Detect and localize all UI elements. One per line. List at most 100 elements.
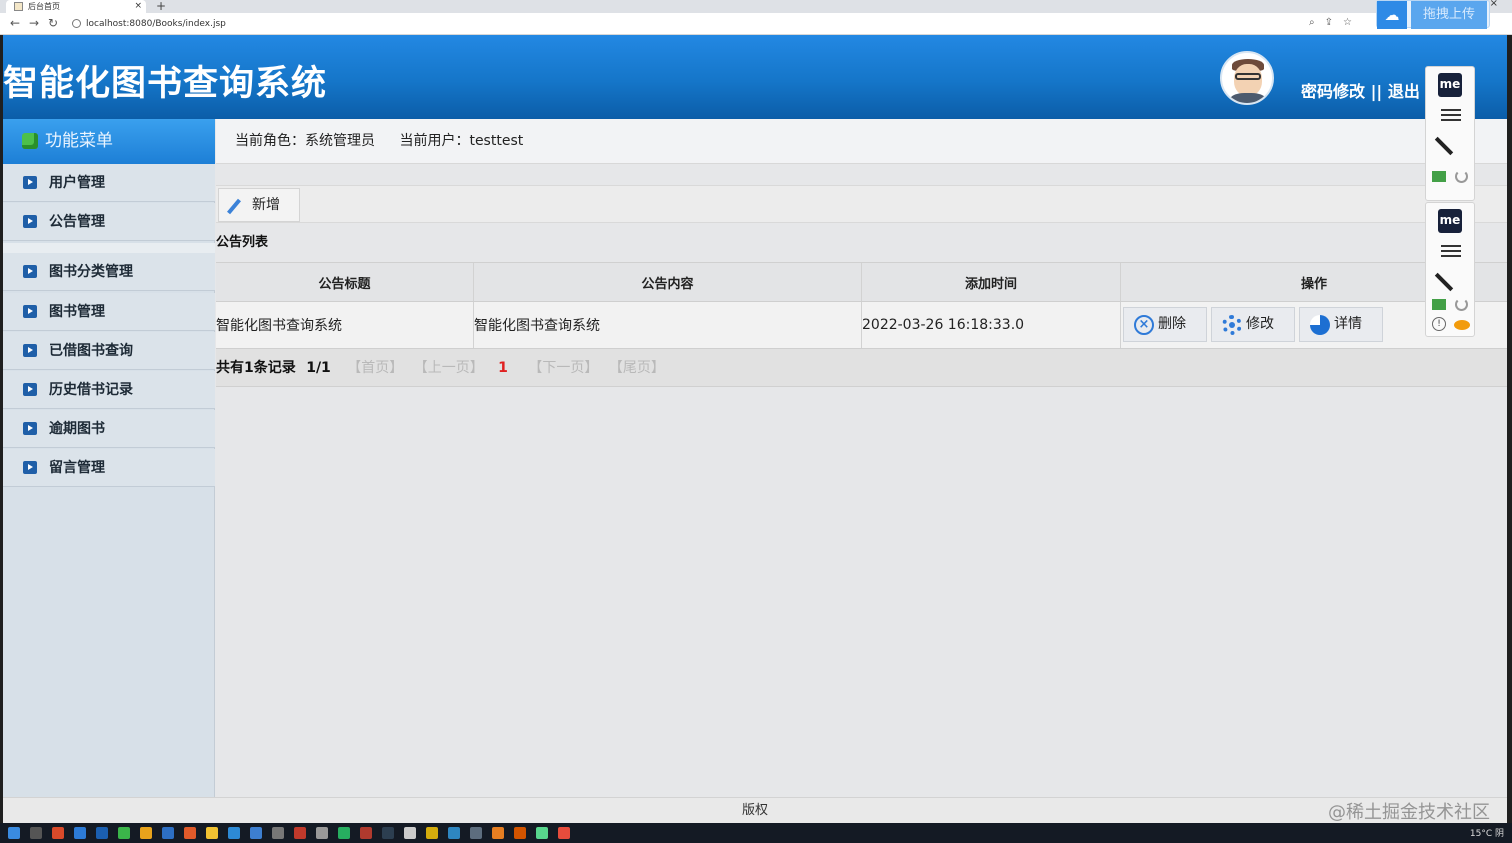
app-window: 智能化图书查询系统 密码修改 || 退出 功能菜单 用户管理 公告管理 图书分类…: [3, 35, 1507, 823]
app-icon[interactable]: [184, 827, 196, 839]
menu-icon[interactable]: [1441, 109, 1461, 121]
password-logout-links[interactable]: 密码修改 || 退出: [1301, 78, 1420, 102]
total-records: 共有1条记录: [216, 360, 296, 376]
pencil-icon: [227, 198, 241, 215]
back-icon[interactable]: ←: [10, 16, 20, 30]
delete-icon: ×: [1134, 315, 1154, 335]
folder-icon[interactable]: [206, 827, 218, 839]
new-tab-icon[interactable]: +: [156, 0, 166, 13]
cast-icon[interactable]: [1432, 299, 1446, 310]
close-window-icon[interactable]: ×: [1490, 0, 1498, 9]
play-icon: [23, 215, 37, 228]
table-header: 公告标题 公告内容 添加时间 操作: [216, 262, 1507, 302]
sidebar-item-books[interactable]: 图书管理: [3, 293, 215, 331]
column-header: 公告内容: [474, 263, 862, 301]
reload-icon[interactable]: ↻: [48, 16, 58, 30]
notice-content-cell: 智能化图书查询系统: [474, 302, 862, 348]
app-icon[interactable]: [272, 827, 284, 839]
upload-button[interactable]: 拖拽上传: [1411, 1, 1487, 29]
refresh-icon[interactable]: [1455, 298, 1468, 311]
play-icon: [23, 305, 37, 318]
menu-divider: [3, 243, 215, 253]
prev-page-link[interactable]: 【上一页】: [414, 360, 484, 376]
sidebar-item-label: 用户管理: [49, 175, 105, 191]
app-icon[interactable]: [52, 827, 64, 839]
edit-button[interactable]: 修改: [1211, 307, 1295, 342]
first-page-link[interactable]: 【首页】: [347, 360, 403, 376]
extension-logo[interactable]: me: [1438, 209, 1462, 233]
sidebar-item-label: 逾期图书: [49, 421, 105, 437]
add-button-label: 新增: [252, 197, 280, 213]
refresh-icon[interactable]: [1455, 170, 1468, 183]
sidebar-item-label: 已借图书查询: [49, 343, 133, 359]
menu-title-label: 功能菜单: [45, 131, 113, 151]
cast-icon[interactable]: [1432, 171, 1446, 182]
play-icon: [23, 383, 37, 396]
app-icon[interactable]: [404, 827, 416, 839]
app-icon[interactable]: [294, 827, 306, 839]
column-header: 添加时间: [862, 263, 1121, 301]
last-page-link[interactable]: 【尾页】: [609, 360, 665, 376]
forward-icon[interactable]: →: [29, 16, 39, 30]
alert-icon[interactable]: !: [1432, 317, 1446, 331]
system-tray[interactable]: 15°C 阴: [1470, 826, 1504, 839]
current-user: 当前用户：testtest: [399, 133, 524, 149]
app-icon[interactable]: [338, 827, 350, 839]
magic-wand-icon[interactable]: [1434, 272, 1454, 292]
notice-title-cell: 智能化图书查询系统: [216, 302, 474, 348]
sidebar-item-messages[interactable]: 留言管理: [3, 449, 215, 487]
app-icon[interactable]: [382, 827, 394, 839]
magic-wand-icon[interactable]: [1434, 136, 1454, 156]
delete-button[interactable]: × 删除: [1123, 307, 1207, 342]
pagination: 共有1条记录 1/1 【首页】 【上一页】 1 【下一页】 【尾页】: [216, 349, 1507, 387]
app-icon[interactable]: [228, 827, 240, 839]
app-icon[interactable]: [316, 827, 328, 839]
app-icon[interactable]: [250, 827, 262, 839]
app-icon[interactable]: [74, 827, 86, 839]
table-row: 智能化图书查询系统 智能化图书查询系统 2022-03-26 16:18:33.…: [216, 302, 1507, 349]
app-icon[interactable]: [426, 827, 438, 839]
toolbar-icons[interactable]: ⌕⇪☆: [1309, 17, 1362, 28]
sidebar-item-borrowed[interactable]: 已借图书查询: [3, 332, 215, 370]
app-icon[interactable]: [558, 827, 570, 839]
app-icon[interactable]: [514, 827, 526, 839]
favicon-icon: [14, 2, 23, 11]
url-field[interactable]: localhost:8080/Books/index.jsp: [70, 16, 1360, 32]
play-icon: [23, 176, 37, 189]
chrome-icon[interactable]: [140, 827, 152, 839]
app-icon[interactable]: [536, 827, 548, 839]
wechat-icon[interactable]: [118, 827, 130, 839]
app-icon[interactable]: [360, 827, 372, 839]
app-icon[interactable]: [492, 827, 504, 839]
current-page[interactable]: 1: [498, 360, 508, 376]
app-icon[interactable]: [470, 827, 482, 839]
app-icon[interactable]: [448, 827, 460, 839]
sidebar: 功能菜单 用户管理 公告管理 图书分类管理 图书管理 已借图书查询 历史借书记录…: [3, 119, 215, 797]
sidebar-item-users[interactable]: 用户管理: [3, 164, 215, 202]
browser-tab[interactable]: 后台首页 ×: [6, 0, 146, 13]
windows-start-icon[interactable]: [8, 827, 20, 839]
copyright-text: 版权: [741, 803, 768, 818]
sidebar-item-categories[interactable]: 图书分类管理: [3, 253, 215, 291]
sidebar-item-overdue[interactable]: 逾期图书: [3, 410, 215, 448]
os-taskbar: 15°C 阴: [0, 823, 1512, 843]
menu-icon[interactable]: [1441, 245, 1461, 257]
add-button[interactable]: 新增: [218, 188, 300, 222]
extension-logo[interactable]: me: [1438, 73, 1462, 97]
upload-widget[interactable]: ☁ 拖拽上传: [1376, 0, 1490, 29]
app-icon[interactable]: [162, 827, 174, 839]
menu-title: 功能菜单: [3, 119, 215, 164]
search-icon[interactable]: [30, 827, 42, 839]
column-header: 公告标题: [216, 263, 474, 301]
sidebar-item-label: 图书管理: [49, 304, 105, 320]
eye-icon[interactable]: [1454, 320, 1470, 330]
close-tab-icon[interactable]: ×: [134, 0, 142, 13]
browser-tabbar: 后台首页 × + ×: [0, 0, 1512, 13]
detail-button[interactable]: 详情: [1299, 307, 1383, 342]
tab-title: 后台首页: [28, 2, 60, 11]
sidebar-item-notices[interactable]: 公告管理: [3, 203, 215, 241]
app-icon[interactable]: [96, 827, 108, 839]
footer: 版权: [3, 797, 1507, 823]
sidebar-item-history[interactable]: 历史借书记录: [3, 371, 215, 409]
next-page-link[interactable]: 【下一页】: [528, 360, 598, 376]
